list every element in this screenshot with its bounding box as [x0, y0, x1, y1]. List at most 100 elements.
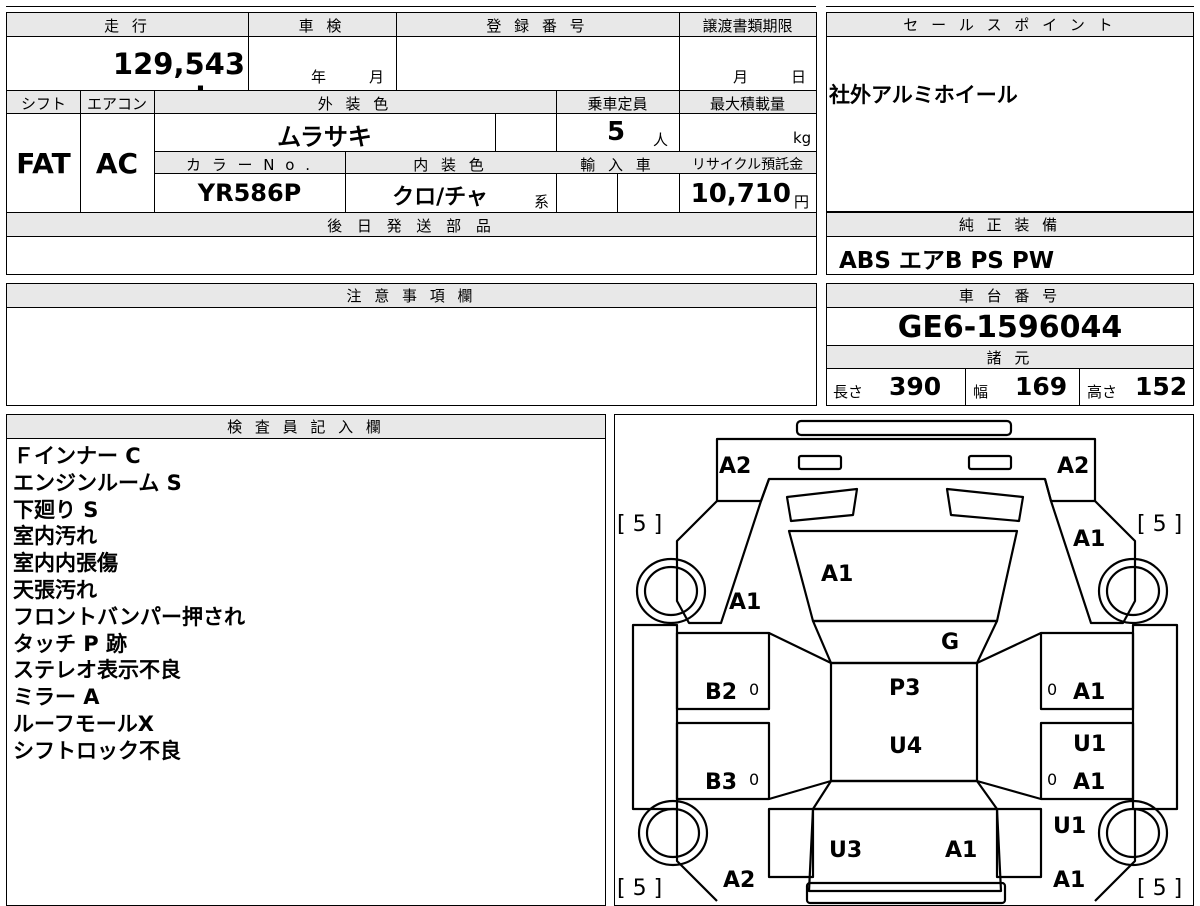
- body-corner: [759, 478, 1053, 502]
- wheel-rear-right-inner: [1105, 807, 1161, 859]
- transfer-header: 譲渡書類期限: [702, 17, 793, 35]
- label-trunk-right: A1: [945, 838, 977, 863]
- rear-bumper: [805, 881, 1007, 905]
- label-bonnet: A1: [821, 562, 853, 587]
- inspector-notes-list: Ｆインナー C エンジンルーム S 下廻り S 室内汚れ 室内内張傷 天張汚れ …: [13, 443, 245, 765]
- list-item: ミラー A: [13, 685, 100, 710]
- list-item: 天張汚れ: [13, 577, 97, 602]
- notes-header: 注 意 事 項 欄: [7, 284, 816, 308]
- label-rear-left-corner: A2: [723, 868, 755, 893]
- recycle-unit: 円: [794, 193, 810, 211]
- list-item: 室内内張傷: [13, 551, 118, 576]
- recycle-value: 10,710: [690, 179, 791, 209]
- divider: [396, 13, 397, 90]
- list-item: ステレオ表示不良: [13, 658, 181, 683]
- wheel-rear-left-inner: [645, 807, 701, 859]
- interior-color-value: クロ/チャ: [392, 185, 488, 210]
- sales-point-header: セ ー ル ス ポ イ ン ト: [827, 13, 1193, 37]
- left-rear-quarter: [767, 807, 815, 879]
- divider: [495, 113, 496, 151]
- capacity-value: 5: [607, 117, 626, 147]
- inspection-header: 車 検: [298, 17, 346, 35]
- registration-header: 登 録 番 号: [486, 17, 589, 35]
- max-load-header: 最大積載量: [709, 95, 785, 113]
- transfer-day-unit: 日: [791, 68, 807, 86]
- equipment-text: ABS エアB PS PW: [839, 248, 1055, 274]
- wheel-front-right: [1097, 557, 1169, 625]
- ac-value: AC: [95, 147, 139, 180]
- label-left-front-door: B2: [705, 680, 737, 705]
- list-item: シフトロック不良: [13, 738, 181, 763]
- height-label: 高さ: [1087, 383, 1118, 401]
- label-left-front-fender: A1: [729, 590, 761, 615]
- color-no-header: カ ラ ー N o .: [185, 156, 313, 174]
- divider: [7, 236, 816, 237]
- list-item: Ｆインナー C: [13, 444, 141, 468]
- shift-header: シフト: [20, 95, 66, 113]
- label-right-front-door: A1: [1073, 680, 1105, 705]
- inspector-header: 検 査 員 記 入 欄: [7, 415, 605, 439]
- chassis-header: 車 台 番 号: [827, 284, 1193, 308]
- chassis-box: 車 台 番 号 GE6-1596044 諸 元 長さ 390 幅 169 高さ …: [826, 283, 1194, 406]
- inspection-year-unit: 年: [311, 68, 327, 86]
- interior-color-suffix: 系: [534, 193, 550, 211]
- sales-point-text: 社外アルミホイール: [829, 83, 1018, 107]
- wheel-front-right-inner: [1105, 565, 1161, 617]
- right-rear-quarter: [995, 807, 1043, 879]
- width-value: 169: [1015, 372, 1068, 401]
- exterior-color-header: 外 装 色: [317, 95, 393, 113]
- front-light-left: [797, 454, 843, 471]
- front-light-right: [967, 454, 1013, 471]
- divider: [679, 13, 680, 90]
- list-item: フロントバンパー押され: [13, 604, 246, 629]
- later-parts-header: 後 日 発 送 部 品: [327, 217, 496, 235]
- label-right-rear-quarter: U1: [1053, 814, 1086, 839]
- label-roof: P3: [889, 676, 920, 701]
- list-item: エンジンルーム S: [13, 470, 182, 495]
- wheel-rear-right: [1097, 799, 1169, 867]
- front-bumper-outline: [715, 437, 1097, 503]
- capacity-header: 乗車定員: [587, 95, 648, 113]
- tire-front-left: [ 5 ]: [617, 512, 662, 537]
- recycle-header: リサイクル預託金: [691, 157, 804, 173]
- color-no-value: YR586P: [197, 179, 302, 207]
- wheel-front-left-inner: [643, 565, 699, 617]
- capacity-unit: 人: [653, 131, 669, 149]
- notes-box: 注 意 事 項 欄: [6, 283, 817, 406]
- left-rocker: [631, 623, 679, 811]
- exterior-color-value: ムラサキ: [277, 123, 372, 151]
- door-mark: 0: [1047, 680, 1057, 699]
- mileage-header: 走 行: [104, 17, 151, 35]
- list-item: タッチ P 跡: [13, 631, 128, 656]
- car-diagram: A2 A2 A1 A1 A1 G P3 U4 B2 B3 A1 U1 A1 U1…: [617, 419, 1182, 905]
- grille-right: [945, 487, 1025, 523]
- specs-header: 諸 元: [827, 346, 1193, 369]
- right-front-fender: [1049, 500, 1137, 625]
- length-label: 長さ: [833, 383, 864, 401]
- ac-header: エアコン: [86, 95, 147, 113]
- divider: [248, 13, 249, 90]
- car-diagram-box: A2 A2 A1 A1 A1 G P3 U4 B2 B3 A1 U1 A1 U1…: [614, 414, 1194, 906]
- top-edge-line-right: [826, 6, 1194, 7]
- wheel-rear-left: [637, 799, 709, 867]
- right-rocker: [1131, 623, 1179, 811]
- import-header: 輸 入 車: [580, 156, 655, 174]
- inspection-month-unit: 月: [369, 68, 385, 86]
- inspector-box: 検 査 員 記 入 欄 Ｆインナー C エンジンルーム S 下廻り S 室内汚れ…: [6, 414, 606, 906]
- top-edge-line: [6, 6, 816, 7]
- tire-rear-left: [ 5 ]: [617, 876, 662, 901]
- right-pillar: [976, 632, 1042, 801]
- main-info-table: 走 行 車 検 登 録 番 号 譲渡書類期限 129,543 km 年 月 月 …: [6, 12, 817, 275]
- door-mark: 0: [749, 770, 759, 789]
- shift-value: FAT: [16, 147, 71, 180]
- list-item: 下廻り S: [13, 497, 99, 522]
- divider: [617, 173, 618, 212]
- chassis-number: GE6-1596044: [897, 310, 1123, 345]
- label-windshield: G: [941, 630, 959, 655]
- equipment-header: 純 正 装 備: [827, 213, 1193, 237]
- label-front-right-corner: A2: [1057, 454, 1089, 479]
- label-front-left-corner: A2: [719, 454, 751, 479]
- grille-left: [785, 487, 859, 523]
- windshield-outline: [811, 619, 999, 665]
- door-mark: 0: [1047, 770, 1057, 789]
